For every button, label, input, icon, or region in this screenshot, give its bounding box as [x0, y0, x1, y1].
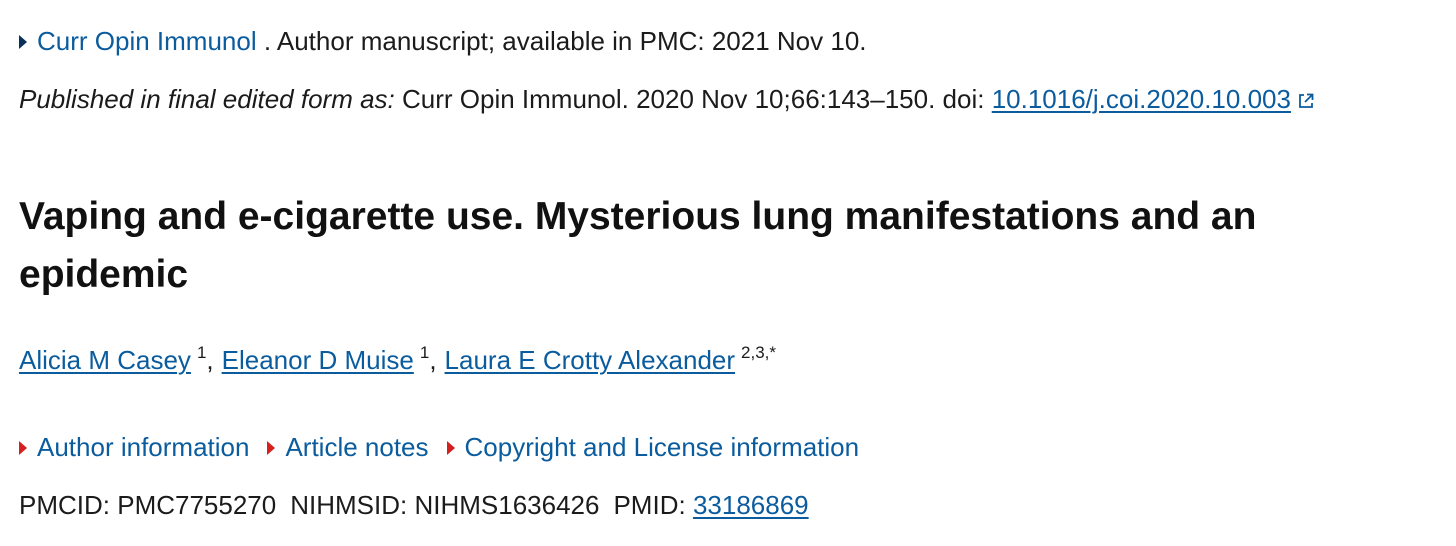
pmid-label: PMID:	[613, 490, 686, 520]
triangle-right-icon	[267, 441, 276, 455]
author-item: Alicia M Casey 1,	[19, 343, 222, 375]
author-affiliation: 2,3,*	[741, 343, 777, 362]
article-header: Curr Opin Immunol . Author manuscript; a…	[0, 0, 1456, 546]
accordion-bar: Author information Article notes Copyright…	[19, 432, 877, 462]
article-title: Vaping and e-cigarette use. Mysterious l…	[19, 195, 1257, 296]
accordion-label: Copyright and License information	[464, 432, 860, 462]
author-item: Eleanor D Muise 1,	[222, 343, 445, 375]
accordion-label: Article notes	[285, 432, 429, 462]
nihmsid-label: NIHMSID:	[290, 490, 408, 520]
author-link[interactable]: Alicia M Casey	[19, 345, 191, 375]
accordion-author-information[interactable]: Author information	[19, 432, 249, 462]
external-link-icon	[1299, 93, 1314, 108]
doi-link-label: 10.1016/j.coi.2020.10.003	[991, 84, 1291, 114]
article-identifiers: PMCID: PMC7755270 NIHMSID: NIHMS1636426 PM…	[19, 490, 809, 520]
journal-line-text: . Author manuscript; available in PMC: 2…	[263, 26, 867, 56]
author-list: Alicia M Casey 1, Eleanor D Muise 1, Laura E…	[19, 343, 777, 375]
accordion-label: Author information	[37, 432, 250, 462]
pmcid-label: PMCID:	[19, 490, 110, 520]
accordion-article-notes[interactable]: Article notes	[267, 432, 429, 462]
pmcid-value: PMC7755270	[117, 490, 277, 520]
author-link[interactable]: Eleanor D Muise	[222, 345, 414, 375]
nihmsid-value: NIHMS1636426	[414, 490, 600, 520]
author-link[interactable]: Laura E Crotty Alexander	[445, 345, 736, 375]
pmid-link[interactable]: 33186869	[693, 490, 809, 520]
journal-link[interactable]: Curr Opin Immunol	[19, 26, 264, 56]
journal-link-label: Curr Opin Immunol	[37, 26, 257, 56]
journal-line: Curr Opin Immunol . Author manuscript; a…	[19, 26, 867, 56]
author-separator: ,	[429, 345, 437, 375]
triangle-right-icon	[19, 35, 27, 49]
published-prefix: Published in final edited form as:	[19, 84, 395, 114]
citation-text: Curr Opin Immunol. 2020 Nov 10;66:143–15…	[394, 84, 992, 114]
published-line: Published in final edited form as: Curr …	[19, 84, 1315, 114]
author-affiliation: 1	[196, 343, 207, 362]
author-item: Laura E Crotty Alexander 2,3,*	[445, 343, 777, 375]
triangle-right-icon	[446, 441, 455, 455]
author-separator: ,	[206, 345, 214, 375]
accordion-copyright-license[interactable]: Copyright and License information	[446, 432, 860, 462]
triangle-right-icon	[19, 441, 27, 455]
doi-link[interactable]: 10.1016/j.coi.2020.10.003	[992, 84, 1315, 114]
author-affiliation: 1	[419, 343, 430, 362]
